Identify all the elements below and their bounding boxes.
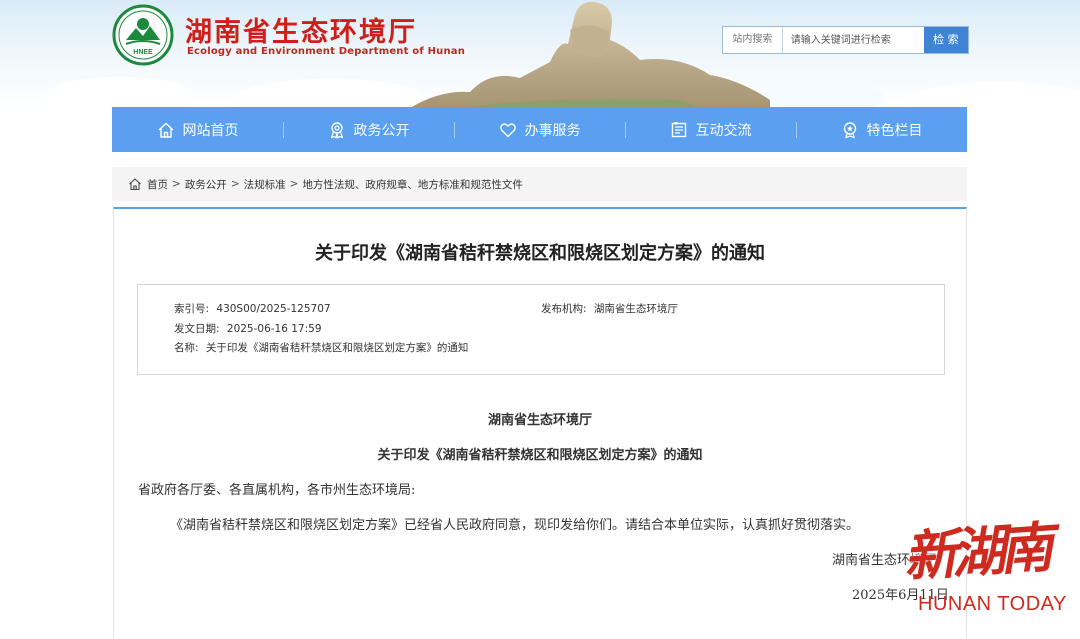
- meta-index-value: 430S00/2025-125707: [216, 303, 331, 315]
- breadcrumb-separator: >: [172, 178, 181, 190]
- document-icon: [671, 121, 686, 137]
- breadcrumb-link-home[interactable]: 首页: [147, 177, 168, 192]
- meta-publisher-value: 湖南省生态环境厅: [593, 303, 678, 315]
- site-title: 湖南省生态环境厅: [185, 17, 417, 48]
- nav-item-label: 网站首页: [182, 122, 239, 139]
- watermark-logo-zh: 新湖南: [901, 515, 1050, 589]
- salutation: 省政府各厅委、各直属机构，各市州生态环境局:: [138, 483, 416, 498]
- search-input[interactable]: [782, 28, 924, 52]
- article-meta-box: 索引号: 430S00/2025-125707 发布机构: 湖南省生态环境厅 发…: [137, 284, 945, 375]
- org-heading: 湖南省生态环境厅: [487, 413, 592, 428]
- meta-index: 索引号: 430S00/2025-125707: [174, 301, 331, 316]
- meta-date-value: 2025-06-16 17:59: [226, 323, 322, 335]
- statue-banner-image: [410, 1, 770, 108]
- home-icon: [129, 178, 141, 191]
- badge-icon: [330, 121, 343, 139]
- search-button[interactable]: 检 索: [923, 27, 968, 53]
- breadcrumb-link-regulations[interactable]: 法规标准: [244, 177, 286, 192]
- home-icon: [158, 122, 173, 138]
- nav-item-label: 互动交流: [695, 122, 752, 139]
- star-badge-icon: [843, 121, 856, 138]
- nav-item-home[interactable]: 网站首页: [112, 107, 283, 152]
- nav-item-label: 政务公开: [353, 122, 410, 139]
- nav-item-label: 办事服务: [524, 122, 581, 139]
- site-header: HNEE 湖南省生态环境厅 Ecology and Environment De…: [0, 0, 1080, 108]
- meta-index-label: 索引号:: [174, 303, 210, 315]
- nav-item-features[interactable]: 特色栏目: [796, 107, 967, 152]
- watermark-logo-en: HUNAN TODAY: [918, 593, 1067, 615]
- main-nav: 网站首页 政务公开 办事服务 互动交流 特色栏目: [112, 107, 967, 152]
- search-scope-select[interactable]: 站内搜索: [723, 27, 783, 53]
- breadcrumb-separator: >: [289, 178, 299, 190]
- meta-date: 发文日期: 2025-06-16 17:59: [174, 321, 322, 336]
- breadcrumb: 首页 > 政务公开 > 法规标准 > 地方性法规、政府规章、地方标准和规范性文件: [112, 167, 967, 201]
- nav-item-services[interactable]: 办事服务: [454, 107, 625, 152]
- breadcrumb-separator: >: [230, 178, 240, 190]
- search-box: 站内搜索 检 索: [722, 26, 969, 54]
- breadcrumb-link-local-regulations[interactable]: 地方性法规、政府规章、地方标准和规范性文件: [302, 177, 523, 192]
- article-title: 关于印发《湖南省秸秆禁烧区和限烧区划定方案》的通知: [315, 243, 765, 264]
- nav-item-label: 特色栏目: [866, 122, 923, 139]
- nav-item-gov-affairs[interactable]: 政务公开: [283, 107, 454, 152]
- article-container: 关于印发《湖南省秸秆禁烧区和限烧区划定方案》的通知 索引号: 430S00/20…: [113, 207, 967, 639]
- site-logo[interactable]: HNEE: [112, 4, 174, 66]
- nav-item-interaction[interactable]: 互动交流: [625, 107, 796, 152]
- meta-name-label: 名称:: [174, 342, 199, 354]
- meta-date-label: 发文日期:: [174, 323, 220, 335]
- heart-icon: [499, 122, 516, 137]
- logo-text: HNEE: [133, 49, 153, 56]
- body-paragraph: 《湖南省秸秆禁烧区和限烧区划定方案》已经省人民政府同意，现印发给你们。请结合本单…: [170, 518, 860, 533]
- breadcrumb-link-gov-affairs[interactable]: 政务公开: [185, 177, 227, 192]
- doc-heading: 关于印发《湖南省秸秆禁烧区和限烧区划定方案》的通知: [377, 448, 703, 463]
- meta-publisher: 发布机构: 湖南省生态环境厅: [541, 301, 678, 316]
- meta-name-value: 关于印发《湖南省秸秆禁烧区和限烧区划定方案》的通知: [205, 342, 469, 354]
- meta-publisher-label: 发布机构:: [541, 303, 587, 315]
- meta-name: 名称: 关于印发《湖南省秸秆禁烧区和限烧区划定方案》的通知: [174, 340, 468, 355]
